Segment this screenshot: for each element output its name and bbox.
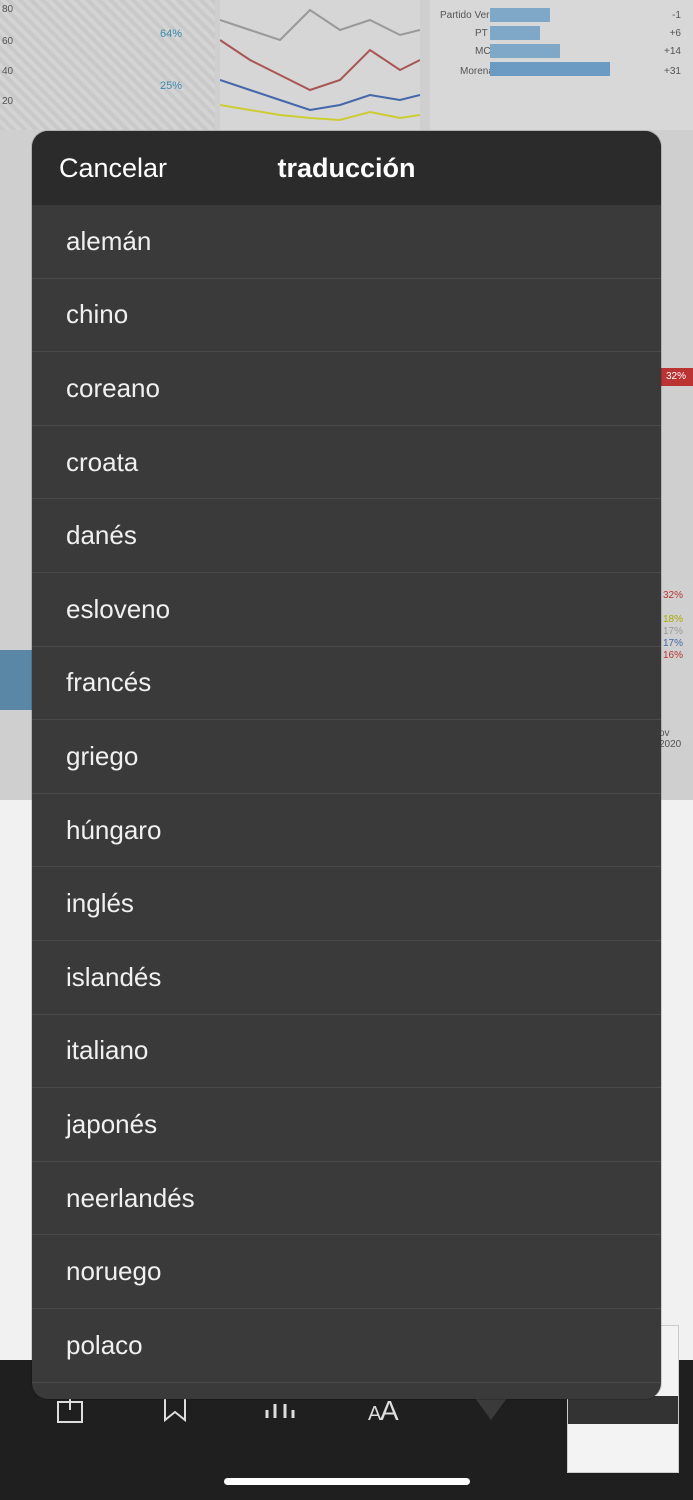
language-option-coreano[interactable]: coreano xyxy=(32,352,661,426)
table-label: MC xyxy=(475,46,491,57)
thumbnail-headline-band xyxy=(568,1396,678,1424)
table-change: +14 xyxy=(664,46,681,57)
language-option-chino[interactable]: chino xyxy=(32,279,661,353)
table-bar xyxy=(490,26,540,40)
language-option-italiano[interactable]: italiano xyxy=(32,1015,661,1089)
side-value: 32% xyxy=(663,590,684,601)
language-option-islandes[interactable]: islandés xyxy=(32,941,661,1015)
table-change: -1 xyxy=(672,10,681,21)
language-option-esloveno[interactable]: esloveno xyxy=(32,573,661,647)
home-indicator[interactable] xyxy=(224,1478,470,1485)
language-option-griego[interactable]: griego xyxy=(32,720,661,794)
side-value: 17% xyxy=(663,626,684,637)
language-option-hungaro[interactable]: húngaro xyxy=(32,794,661,868)
background-side-chart: 32% 18% 17% 17% 16% ov 2020 xyxy=(659,580,693,750)
axis-label: 40 xyxy=(2,66,14,77)
translation-popover: Cancelar traducción alemán chino coreano… xyxy=(32,131,661,1399)
language-option-danes[interactable]: danés xyxy=(32,499,661,573)
language-option-frances[interactable]: francés xyxy=(32,647,661,721)
table-bar xyxy=(490,8,550,22)
highlight-tag: 32% xyxy=(659,368,693,386)
side-value: 18% xyxy=(663,614,684,625)
axis-label: 80 xyxy=(2,4,14,15)
background-blue-block xyxy=(0,650,32,710)
side-value: 16% xyxy=(663,650,684,661)
language-option-neerlandes[interactable]: neerlandés xyxy=(32,1162,661,1236)
language-option-ingles[interactable]: inglés xyxy=(32,867,661,941)
chart-value: 25% xyxy=(160,80,183,92)
language-option-noruego[interactable]: noruego xyxy=(32,1235,661,1309)
cancel-button[interactable]: Cancelar xyxy=(59,153,167,184)
axis-label: 60 xyxy=(2,36,14,47)
language-option-japones[interactable]: japonés xyxy=(32,1088,661,1162)
table-change: +6 xyxy=(669,28,681,39)
language-option-croata[interactable]: croata xyxy=(32,426,661,500)
table-label: PT xyxy=(475,28,488,39)
axis-label: 20 xyxy=(2,96,14,107)
popover-arrow xyxy=(475,1398,507,1420)
language-list[interactable]: alemán chino coreano croata danés eslove… xyxy=(32,205,661,1383)
language-option-polaco[interactable]: polaco xyxy=(32,1309,661,1383)
date-label: ov 2020 xyxy=(659,728,682,750)
table-change: +31 xyxy=(664,66,681,77)
language-option-aleman[interactable]: alemán xyxy=(32,205,661,279)
background-lines xyxy=(219,8,421,122)
chart-value: 64% xyxy=(160,28,183,40)
table-bar xyxy=(490,62,610,76)
background-line-chart-left xyxy=(0,0,215,130)
background-party-table: Partido Verde PT MC Morena -1 +6 +14 +31 xyxy=(430,0,693,130)
background-line-chart-middle xyxy=(219,0,421,130)
svg-text:A: A xyxy=(380,1395,399,1424)
table-label: Morena xyxy=(460,66,494,77)
popover-header: Cancelar traducción xyxy=(32,131,661,205)
side-value: 17% xyxy=(663,638,684,649)
table-bar xyxy=(490,44,560,58)
